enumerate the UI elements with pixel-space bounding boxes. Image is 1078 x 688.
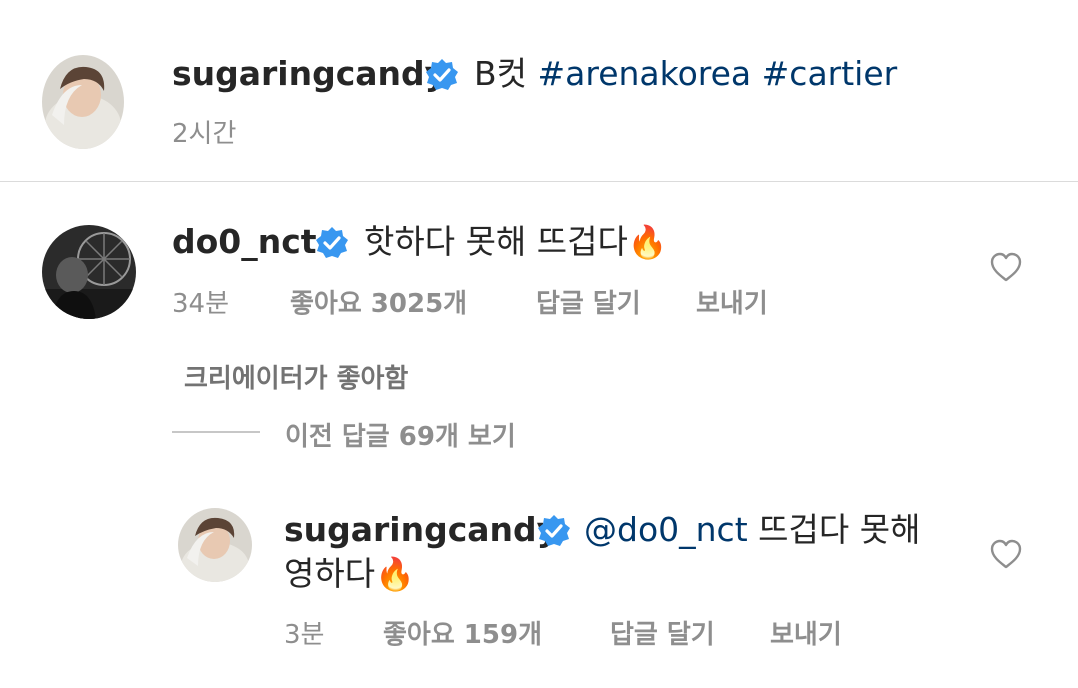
reply-text-line-1: @do0_nct 뜨겁다 못해 <box>584 510 920 550</box>
reply-reply-button[interactable]: 답글 달기 <box>610 614 715 651</box>
fire-emoji-icon: 🔥 <box>627 223 668 261</box>
caption-divider <box>0 181 1078 182</box>
comment-text-line: 핫하다 못해 뜨겁다🔥 <box>364 222 668 262</box>
view-previous-replies-button[interactable]: 이전 답글 69개 보기 <box>285 416 516 453</box>
caption-text: B컷 <box>474 54 527 93</box>
hashtag-arenakorea[interactable]: #arenakorea <box>538 54 752 93</box>
reply-send-button[interactable]: 보내기 <box>770 614 842 651</box>
avatar-photo <box>178 508 252 582</box>
caption-avatar[interactable] <box>42 55 124 149</box>
caption-text-line: B컷 #arenakorea #cartier <box>474 54 897 94</box>
comment-like-heart-icon[interactable] <box>989 251 1023 283</box>
comment-text: 핫하다 못해 뜨겁다 <box>364 222 628 261</box>
avatar-photo <box>42 55 124 149</box>
reply-avatar[interactable] <box>178 508 252 582</box>
avatar-photo <box>42 225 136 319</box>
reply-likes-count[interactable]: 좋아요 159개 <box>383 614 542 651</box>
comment-reply-button[interactable]: 답글 달기 <box>536 283 641 320</box>
comment-avatar[interactable] <box>42 225 136 319</box>
comment-send-button[interactable]: 보내기 <box>696 283 768 320</box>
reply-username[interactable]: sugaringcandy <box>284 508 558 552</box>
caption-username[interactable]: sugaringcandy <box>172 52 446 96</box>
caption-time: 2시간 <box>172 119 237 149</box>
view-replies-line <box>172 431 260 433</box>
reply-text-line-2: 영하다🔥 <box>284 554 415 594</box>
reply-like-heart-icon[interactable] <box>989 538 1023 570</box>
reply-time: 3분 <box>284 620 325 650</box>
reply-text-part2: 영하다 <box>284 554 376 593</box>
hashtag-cartier[interactable]: #cartier <box>762 54 898 93</box>
comment-likes-count[interactable]: 좋아요 3025개 <box>290 283 467 320</box>
creator-liked-label: 크리에이터가 좋아함 <box>184 364 409 394</box>
comment-time: 34분 <box>172 289 230 319</box>
reply-text-part1: 뜨겁다 못해 <box>758 510 921 549</box>
verified-badge-icon <box>316 227 348 258</box>
comment-username[interactable]: do0_nct <box>172 220 317 264</box>
fire-emoji-icon: 🔥 <box>375 555 415 593</box>
verified-badge-icon <box>426 59 458 90</box>
verified-badge-icon <box>538 515 570 546</box>
reply-mention-link[interactable]: @do0_nct <box>584 510 748 549</box>
